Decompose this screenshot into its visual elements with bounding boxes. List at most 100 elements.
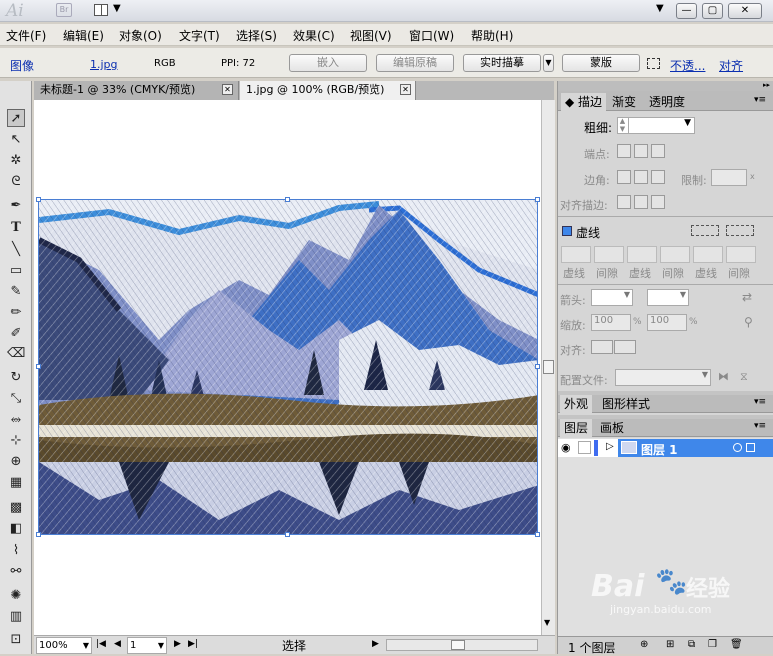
symbol-sprayer-tool-icon[interactable]: ✺: [7, 587, 25, 605]
tab-1jpg[interactable]: 1.jpg @ 100% (RGB/预览): [240, 81, 416, 100]
flip-along-icon[interactable]: ⧓: [718, 370, 729, 383]
visibility-eye-icon[interactable]: ◉: [561, 441, 571, 454]
round-join-icon[interactable]: [634, 170, 648, 184]
graph-tool-icon[interactable]: ▦: [7, 474, 25, 492]
crop-icon[interactable]: [647, 58, 660, 69]
tab-stroke[interactable]: ◆ 描边: [561, 93, 607, 111]
panel-menu-icon[interactable]: ▾≡: [754, 421, 766, 431]
selection-handle[interactable]: [36, 197, 41, 202]
selection-handle[interactable]: [285, 532, 290, 537]
menu-window[interactable]: 窗口(W): [409, 27, 454, 44]
hscroll-thumb[interactable]: [451, 640, 465, 650]
end-arrowhead-select[interactable]: ▼: [647, 289, 689, 306]
menu-view[interactable]: 视图(V): [350, 27, 392, 44]
line-tool-icon[interactable]: ╲: [7, 241, 25, 259]
mesh-tool-icon[interactable]: ▩: [7, 499, 25, 517]
menu-effect[interactable]: 效果(C): [293, 27, 335, 44]
tab-artboards[interactable]: 画板: [596, 419, 628, 437]
first-artboard-icon[interactable]: |◀: [96, 639, 106, 649]
dash-field-1[interactable]: [561, 246, 591, 263]
filename-link[interactable]: 1.jpg: [90, 58, 118, 71]
start-scale-field[interactable]: 100: [591, 314, 631, 331]
arrow-tip-beyond-icon[interactable]: [591, 340, 613, 354]
column-graph-tool-icon[interactable]: ▥: [7, 608, 25, 626]
live-trace-button[interactable]: 实时描摹: [463, 54, 541, 72]
free-transform-tool-icon[interactable]: ⊹: [7, 432, 25, 450]
layer-name[interactable]: 图层 1: [641, 441, 678, 458]
end-scale-field[interactable]: 100: [647, 314, 687, 331]
type-tool-icon[interactable]: T: [7, 219, 25, 237]
menu-type[interactable]: 文字(T): [179, 27, 220, 44]
bevel-join-icon[interactable]: [651, 170, 665, 184]
eraser-tool-icon[interactable]: ⌫: [7, 345, 25, 363]
pencil-tool-icon[interactable]: ✏: [7, 304, 25, 322]
close-tab-icon[interactable]: ✕: [222, 84, 233, 95]
shape-builder-tool-icon[interactable]: ⊕: [7, 453, 25, 471]
dash-align-icon[interactable]: [726, 225, 754, 236]
align-center-icon[interactable]: [617, 195, 631, 209]
new-sublayer-icon[interactable]: ⧉: [688, 639, 695, 650]
profile-select[interactable]: ▼: [615, 369, 711, 386]
close-tab-icon[interactable]: ✕: [400, 84, 411, 95]
artboard-tool-icon[interactable]: ⊡: [7, 631, 25, 649]
restore-button[interactable]: ▢: [702, 3, 723, 19]
selection-handle[interactable]: [535, 532, 540, 537]
opacity-link[interactable]: 不透...: [670, 57, 705, 74]
expand-triangle-icon[interactable]: ▷: [606, 441, 614, 452]
placed-image[interactable]: [38, 199, 538, 535]
delete-layer-icon[interactable]: 🗑: [730, 639, 743, 650]
dash-preserve-icon[interactable]: [691, 225, 719, 236]
weight-stepper[interactable]: ▲ ▼: [617, 117, 629, 134]
lasso-tool-icon[interactable]: ᘓ: [7, 173, 25, 191]
last-artboard-icon[interactable]: ▶|: [188, 639, 198, 649]
dash-field-3[interactable]: [693, 246, 723, 263]
gradient-tool-icon[interactable]: ◧: [7, 520, 25, 538]
width-tool-icon[interactable]: ⥈: [7, 411, 25, 429]
align-link[interactable]: 对齐: [719, 57, 743, 74]
selection-handle[interactable]: [535, 364, 540, 369]
selection-tool-icon[interactable]: ➚: [7, 109, 25, 127]
close-button[interactable]: ✕: [728, 3, 762, 19]
gap-field-2[interactable]: [660, 246, 690, 263]
align-inside-icon[interactable]: [634, 195, 648, 209]
menu-file[interactable]: 文件(F): [6, 27, 46, 44]
tab-gradient[interactable]: 渐变: [608, 93, 640, 111]
prev-artboard-icon[interactable]: ◀: [114, 639, 121, 649]
gap-field-1[interactable]: [594, 246, 624, 263]
dash-field-2[interactable]: [627, 246, 657, 263]
miter-join-icon[interactable]: [617, 170, 631, 184]
limit-field[interactable]: [711, 169, 747, 186]
vertical-scrollbar[interactable]: ▼: [541, 100, 555, 635]
arrange-documents-icon[interactable]: [94, 4, 108, 16]
selection-handle[interactable]: [36, 532, 41, 537]
start-arrowhead-select[interactable]: ▼: [591, 289, 633, 306]
selection-handle[interactable]: [36, 364, 41, 369]
blend-tool-icon[interactable]: ⚯: [7, 563, 25, 581]
lock-toggle[interactable]: [578, 441, 591, 454]
artboard-number-select[interactable]: 1 ▼: [127, 637, 167, 654]
flip-across-icon[interactable]: ⧖: [740, 370, 748, 384]
scale-tool-icon[interactable]: ⤡: [7, 390, 25, 408]
panel-menu-icon[interactable]: ▾≡: [754, 397, 766, 407]
tab-graphic-styles[interactable]: 图形样式: [598, 395, 654, 413]
menu-object[interactable]: 对象(O): [119, 27, 162, 44]
rotate-tool-icon[interactable]: ↻: [7, 369, 25, 387]
trace-options-dropdown[interactable]: ▼: [543, 54, 554, 72]
horizontal-scrollbar[interactable]: [386, 639, 538, 651]
next-artboard-icon[interactable]: ▶: [174, 639, 181, 649]
menu-edit[interactable]: 编辑(E): [63, 27, 104, 44]
scroll-down-icon[interactable]: ▼: [544, 618, 550, 627]
panel-menu-icon[interactable]: ▾≡: [754, 95, 766, 105]
direct-selection-tool-icon[interactable]: ↖: [7, 131, 25, 149]
workspace-dropdown-icon[interactable]: ▼: [656, 3, 664, 14]
selection-handle[interactable]: [535, 197, 540, 202]
menu-help[interactable]: 帮助(H): [471, 27, 513, 44]
chevron-down-icon[interactable]: ▼: [113, 3, 121, 14]
pen-tool-icon[interactable]: ✒: [7, 197, 25, 215]
edit-original-button[interactable]: 编辑原稿: [376, 54, 454, 72]
mask-button[interactable]: 蒙版: [562, 54, 640, 72]
tab-transparency[interactable]: 透明度: [645, 93, 689, 111]
make-clipping-mask-icon[interactable]: ⊞: [666, 639, 674, 650]
new-layer-icon[interactable]: ❐: [708, 639, 717, 650]
link-scale-icon[interactable]: ⚲: [744, 315, 753, 329]
